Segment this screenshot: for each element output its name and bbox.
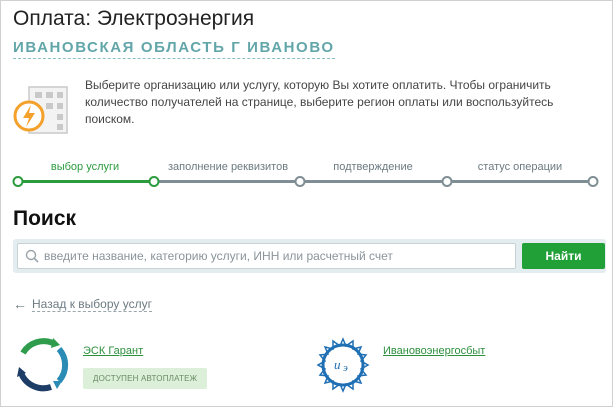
svg-text:и: и <box>334 357 341 372</box>
step-dot-end <box>587 176 599 187</box>
autopay-badge: ДОСТУПЕН АВТОПЛАТЕЖ <box>83 368 208 389</box>
provider-card[interactable]: ЭСК Гарант ДОСТУПЕН АВТОПЛАТЕЖ <box>13 337 293 397</box>
back-to-services-link[interactable]: ← Назад к выбору услуг <box>13 296 152 312</box>
search-input[interactable] <box>44 244 514 268</box>
provider-name[interactable]: Ивановоэнергосбыт <box>383 345 485 357</box>
arrow-left-icon: ← <box>13 296 27 312</box>
esk-garant-logo <box>17 338 69 392</box>
search-icon <box>25 249 39 263</box>
page-frame: Оплата: Электроэнергия ИВАНОВСКАЯ ОБЛАСТ… <box>0 0 613 407</box>
ivanovoenergosbyt-logo: и э <box>316 337 370 393</box>
step-fill-details: заполнение реквизитов <box>167 161 289 173</box>
info-block: Выберите организацию или услугу, которую… <box>13 77 603 135</box>
step-dot-start <box>12 176 24 187</box>
step-dot-2 <box>294 176 306 187</box>
step-confirm: подтверждение <box>333 161 413 173</box>
page-title: Оплата: Электроэнергия <box>13 7 255 30</box>
progress-steps: выбор услуги заполнение реквизитов подтв… <box>12 161 601 193</box>
search-bar: Найти <box>13 239 606 273</box>
step-status: статус операции <box>477 161 563 173</box>
region-selector[interactable]: ИВАНОВСКАЯ ОБЛАСТЬ Г ИВАНОВО <box>13 39 335 59</box>
info-text: Выберите организацию или услугу, которую… <box>85 78 554 126</box>
provider-name[interactable]: ЭСК Гарант <box>83 345 143 357</box>
lightning-building-icon <box>13 86 68 134</box>
step-dot-1 <box>148 176 160 187</box>
provider-card[interactable]: и э Ивановоэнергосбыт <box>315 337 595 397</box>
search-button[interactable]: Найти <box>522 243 605 269</box>
progress-line-done <box>18 180 154 183</box>
back-link-label: Назад к выбору услуг <box>32 296 152 312</box>
search-title: Поиск <box>13 207 77 230</box>
progress-line-pending <box>154 180 596 183</box>
svg-text:э: э <box>343 362 348 374</box>
step-dot-3 <box>441 176 453 187</box>
step-choose-service: выбор услуги <box>50 161 120 173</box>
search-field[interactable] <box>17 243 516 269</box>
